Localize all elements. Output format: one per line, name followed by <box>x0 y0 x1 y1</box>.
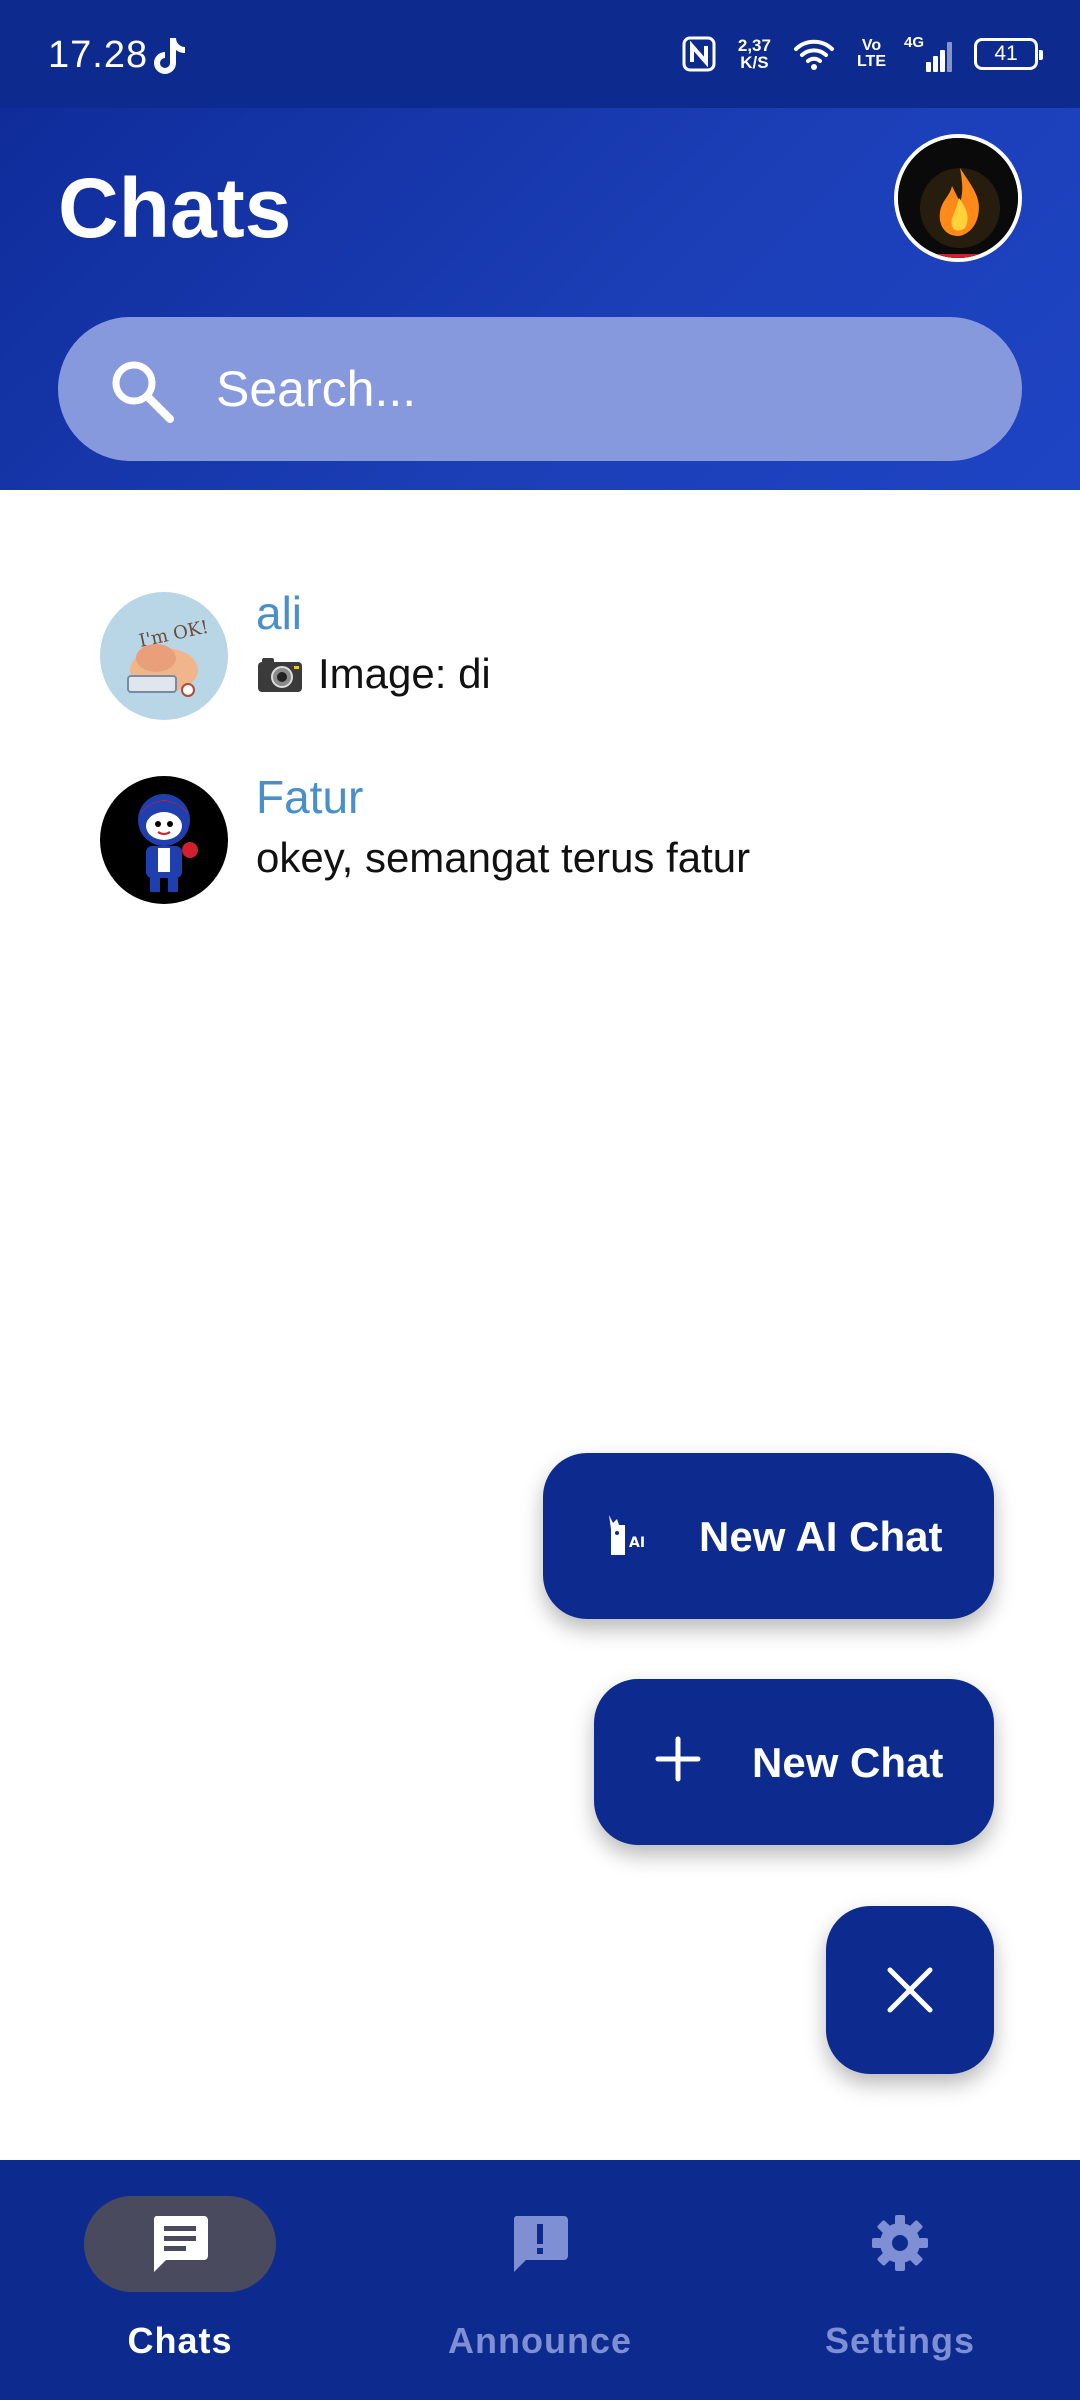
network-type: 4G <box>904 34 925 51</box>
battery-icon: 41 <box>974 38 1043 70</box>
avatar <box>100 776 228 904</box>
volte-indicator: Vo LTE <box>857 38 886 70</box>
llama-ai-icon: AI <box>609 1515 645 1555</box>
gear-icon <box>872 2215 928 2271</box>
page-title: Chats <box>58 161 292 255</box>
camera-icon <box>258 658 302 692</box>
chat-preview: okey, semangat terus fatur <box>256 834 750 882</box>
network-speed-unit: K/S <box>740 53 769 72</box>
network-speed-value: 2,37 <box>737 36 771 55</box>
status-time: 17.28 <box>48 34 149 76</box>
network-speed: 2,37 K/S <box>738 37 771 71</box>
status-icons: 2,37 K/S Vo LTE 4G 41 <box>682 32 1043 76</box>
wifi-icon <box>793 39 834 70</box>
avatar-illustration: I'm OK! <box>100 592 228 720</box>
svg-text:AI: AI <box>629 1535 645 1551</box>
signal-icon: 4G <box>904 34 952 72</box>
profile-avatar[interactable] <box>894 134 1022 262</box>
nav-item-announce[interactable]: Announce <box>360 2160 720 2400</box>
avatar-illustration <box>100 776 228 904</box>
status-bar: 17.28 2,37 K/S Vo LTE 4G 41 <box>0 0 1080 108</box>
nav-label: Chats <box>127 2320 233 2361</box>
tiktok-icon <box>154 38 185 74</box>
search-icon <box>112 361 174 423</box>
header: Chats <box>0 108 1080 490</box>
nav-item-chats[interactable]: Chats <box>0 2160 360 2400</box>
nfc-icon <box>682 36 716 72</box>
new-ai-chat-label: New AI Chat <box>699 1513 943 1560</box>
bottom-nav: Chats Announce Settings <box>0 2160 1080 2400</box>
chat-name: Fatur <box>256 771 364 823</box>
plus-icon <box>655 1736 701 1782</box>
new-chat-label: New Chat <box>752 1739 944 1786</box>
chat-name: ali <box>256 587 303 639</box>
avatar: I'm OK! <box>100 592 228 720</box>
chat-preview-text: Image: di <box>318 650 491 697</box>
volte-top: Vo <box>861 37 882 54</box>
nav-item-settings[interactable]: Settings <box>720 2160 1080 2400</box>
nav-label: Settings <box>824 2320 975 2361</box>
close-fab-button[interactable] <box>826 1906 994 2074</box>
chat-item-ali[interactable]: I'm OK! ali Image: di <box>0 572 1080 742</box>
volte-bottom: LTE <box>856 53 886 70</box>
close-icon <box>887 1967 933 2013</box>
new-chat-button[interactable]: New Chat <box>594 1679 994 1845</box>
search-bar[interactable] <box>58 317 1022 461</box>
new-ai-chat-button[interactable]: AI New AI Chat <box>543 1453 994 1619</box>
fire-icon <box>898 138 1018 258</box>
announce-icon <box>513 2216 568 2272</box>
chat-preview: Image: di <box>256 650 491 698</box>
chat-icon <box>153 2216 208 2272</box>
chat-preview-text: okey, semangat terus fatur <box>256 834 751 881</box>
search-input[interactable] <box>216 351 976 427</box>
battery-level: 41 <box>994 42 1018 65</box>
nav-label: Announce <box>448 2320 632 2361</box>
chat-item-fatur[interactable]: Fatur okey, semangat terus fatur <box>0 756 1080 926</box>
